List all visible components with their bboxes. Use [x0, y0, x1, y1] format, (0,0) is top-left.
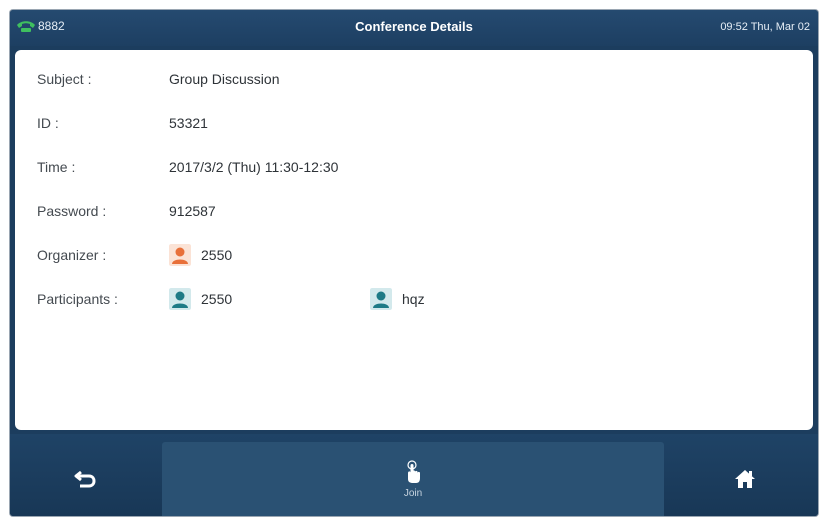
- organizer-contact-icon: [169, 244, 191, 266]
- phone-screen: 8882 Conference Details 09:52 Thu, Mar 0…: [10, 10, 818, 516]
- join-label: Join: [403, 487, 423, 499]
- organizer-label: Organizer :: [37, 247, 107, 263]
- organizer-name: 2550: [201, 247, 233, 263]
- id-row: ID : 53321: [15, 111, 813, 135]
- participant-contact-icon: [169, 288, 191, 310]
- password-label: Password :: [37, 203, 107, 219]
- password-row: Password : 912587: [15, 199, 813, 223]
- participants-label: Participants :: [37, 291, 118, 307]
- page-title: Conference Details: [355, 19, 473, 34]
- id-value: 53321: [169, 115, 208, 131]
- participant-name: hqz: [402, 291, 425, 307]
- participants-row: Participants : 2550 hqz: [15, 287, 813, 311]
- subject-label: Subject :: [37, 71, 92, 87]
- status-clock: 09:52 Thu, Mar 02: [720, 21, 810, 33]
- home-button[interactable]: [690, 442, 800, 516]
- id-label: ID :: [37, 115, 59, 131]
- participant-item[interactable]: 2550: [169, 288, 232, 310]
- subject-row: Subject : Group Discussion: [15, 67, 813, 91]
- organizer-contact[interactable]: 2550: [169, 244, 232, 266]
- home-icon: [735, 470, 755, 488]
- back-arrow-icon: [74, 470, 96, 488]
- softkey-bar: Join: [10, 434, 818, 516]
- time-label: Time :: [37, 159, 76, 175]
- organizer-row: Organizer : 2550: [15, 243, 813, 267]
- join-button[interactable]: Join: [162, 442, 664, 516]
- tap-hand-icon: [407, 459, 420, 483]
- password-value: 912587: [169, 203, 216, 219]
- back-button[interactable]: [30, 442, 140, 516]
- conference-details-panel: Subject : Group Discussion ID : 53321 Ti…: [15, 50, 813, 430]
- subject-value: Group Discussion: [169, 71, 280, 87]
- participant-name: 2550: [201, 291, 233, 307]
- status-bar: 8882 Conference Details 09:52 Thu, Mar 0…: [10, 10, 818, 46]
- participant-contact-icon: [370, 288, 392, 310]
- time-value: 2017/3/2 (Thu) 11:30-12:30: [169, 159, 339, 175]
- participant-item[interactable]: hqz: [370, 288, 425, 310]
- time-row: Time : 2017/3/2 (Thu) 11:30-12:30: [15, 155, 813, 179]
